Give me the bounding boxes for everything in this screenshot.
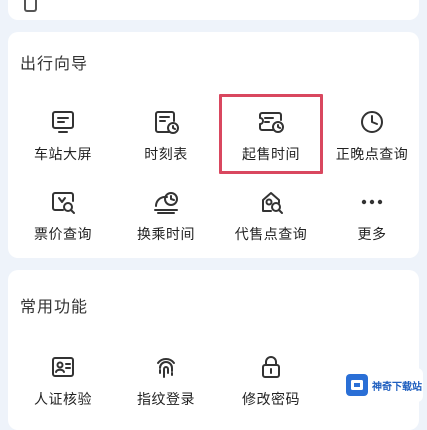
watermark: 神奇下载站 [343,368,423,402]
more-icon [358,188,386,216]
station-screen-icon [49,108,77,136]
more-label: 更多 [357,227,387,243]
fare-query-button[interactable]: 票价查询 [15,185,111,247]
previous-card [8,0,419,20]
change-password-button[interactable]: 修改密码 [223,350,319,412]
more-button[interactable]: 更多 [324,185,420,247]
change-password-label: 修改密码 [242,392,300,408]
agency-search-label: 代售点查询 [234,227,308,243]
clock-icon [358,108,386,136]
transfer-time-button[interactable]: 换乘时间 [118,185,214,247]
station-screen-button[interactable]: 车站大屏 [15,105,111,167]
id-verify-icon [49,353,77,381]
station-screen-label: 车站大屏 [34,147,92,163]
fingerprint-login-label: 指纹登录 [137,392,195,408]
fare-query-label: 票价查询 [34,227,92,243]
watermark-text: 神奇下载站 [372,381,422,393]
fingerprint-login-button[interactable]: 指纹登录 [118,350,214,412]
travel-guide-title: 出行向导 [20,54,89,73]
sale-time-label: 起售时间 [242,147,300,163]
sale-time-button[interactable]: 起售时间 [223,105,319,167]
sale-time-icon [257,108,285,136]
transfer-time-icon [152,188,180,216]
timetable-button[interactable]: 时刻表 [118,105,214,167]
agency-search-icon [257,188,285,216]
fingerprint-icon [152,353,180,381]
partial-icon [24,0,37,12]
timetable-icon [152,108,180,136]
delay-query-button[interactable]: 正晚点查询 [324,105,420,167]
fare-query-icon [49,188,77,216]
delay-query-label: 正晚点查询 [335,147,409,163]
id-verify-button[interactable]: 人证核验 [15,350,111,412]
id-verify-label: 人证核验 [34,392,92,408]
timetable-label: 时刻表 [144,147,188,163]
agency-search-button[interactable]: 代售点查询 [223,185,319,247]
transfer-time-label: 换乘时间 [137,227,195,243]
common-functions-title: 常用功能 [20,297,89,316]
lock-icon [257,353,285,381]
watermark-logo-icon [346,374,368,396]
